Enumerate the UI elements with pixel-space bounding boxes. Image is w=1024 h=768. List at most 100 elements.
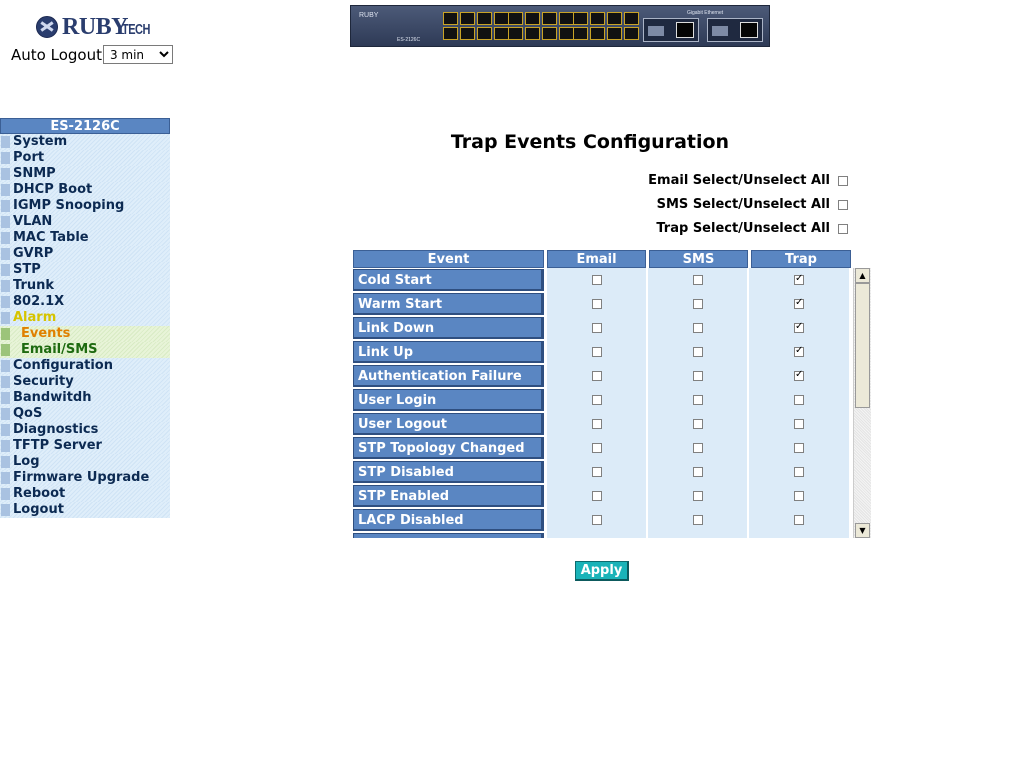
port-icon xyxy=(590,12,605,25)
event-name: STP Enabled xyxy=(353,485,544,507)
port-icon xyxy=(508,12,523,25)
sidebar-item-vlan[interactable]: VLAN xyxy=(0,214,170,230)
table-row: Authentication Failure xyxy=(353,364,851,388)
scroll-up-icon[interactable]: ▲ xyxy=(855,268,870,283)
port-icon xyxy=(542,27,557,40)
email-select-all-checkbox[interactable] xyxy=(838,175,848,186)
sms-checkbox[interactable] xyxy=(692,371,703,381)
sidebar-item-label: STP xyxy=(13,262,41,277)
email-cell xyxy=(547,460,646,484)
sms-checkbox[interactable] xyxy=(692,419,703,429)
menu-bullet-icon xyxy=(1,456,10,468)
email-checkbox[interactable] xyxy=(591,419,602,429)
email-checkbox[interactable] xyxy=(591,299,602,309)
sms-checkbox[interactable] xyxy=(692,275,703,285)
menu-bullet-icon xyxy=(1,344,10,356)
sidebar-subitem-events[interactable]: Events xyxy=(0,326,170,342)
sms-checkbox[interactable] xyxy=(692,323,703,333)
sidebar-item-gvrp[interactable]: GVRP xyxy=(0,246,170,262)
email-checkbox[interactable] xyxy=(591,323,602,333)
sidebar-item-label: SNMP xyxy=(13,166,56,181)
sidebar-item-label: VLAN xyxy=(13,214,53,229)
email-checkbox[interactable] xyxy=(591,347,602,357)
trap-checkbox[interactable] xyxy=(794,467,804,477)
trap-checkbox[interactable] xyxy=(794,419,804,429)
sidebar-item-logout[interactable]: Logout xyxy=(0,502,170,518)
sidebar-item-8021x[interactable]: 802.1X xyxy=(0,294,170,310)
sidebar-item-dhcp-boot[interactable]: DHCP Boot xyxy=(0,182,170,198)
rubytech-logo: RUBY TECH xyxy=(34,12,150,42)
column-header-email: Email xyxy=(547,250,646,268)
trap-select-all-checkbox[interactable] xyxy=(838,223,848,234)
sidebar-item-alarm[interactable]: Alarm xyxy=(0,310,170,326)
sms-cell xyxy=(648,268,747,292)
sidebar-item-reboot[interactable]: Reboot xyxy=(0,486,170,502)
email-checkbox[interactable] xyxy=(591,275,602,285)
table-body[interactable]: Cold StartWarm StartLink DownLink UpAuth… xyxy=(353,268,851,538)
email-cell xyxy=(547,316,646,340)
scroll-down-icon[interactable]: ▼ xyxy=(855,523,870,538)
trap-checkbox[interactable] xyxy=(794,515,804,525)
sidebar-item-port[interactable]: Port xyxy=(0,150,170,166)
sms-checkbox[interactable] xyxy=(692,515,703,525)
table-row: STP Disabled xyxy=(353,460,851,484)
sidebar-item-diagnostics[interactable]: Diagnostics xyxy=(0,422,170,438)
column-header-sms: SMS xyxy=(649,250,748,268)
sidebar-item-igmp-snooping[interactable]: IGMP Snooping xyxy=(0,198,170,214)
sidebar-item-log[interactable]: Log xyxy=(0,454,170,470)
sms-checkbox[interactable] xyxy=(692,491,703,501)
sidebar-item-snmp[interactable]: SNMP xyxy=(0,166,170,182)
email-checkbox[interactable] xyxy=(591,467,602,477)
sidebar-subitem-email-sms[interactable]: Email/SMS xyxy=(0,342,170,358)
sidebar-item-tftp-server[interactable]: TFTP Server xyxy=(0,438,170,454)
gigabit-label: Gigabit Ethernet xyxy=(687,10,724,16)
sidebar-item-stp[interactable]: STP xyxy=(0,262,170,278)
auto-logout-select[interactable]: 3 min xyxy=(102,45,173,64)
port-icon xyxy=(443,12,458,25)
trap-checkbox[interactable] xyxy=(794,443,804,453)
trap-checkbox[interactable] xyxy=(794,345,804,357)
sms-checkbox[interactable] xyxy=(692,467,703,477)
apply-button[interactable]: Apply xyxy=(575,561,629,581)
port-icon xyxy=(477,12,492,25)
email-checkbox[interactable] xyxy=(591,515,602,525)
email-checkbox[interactable] xyxy=(591,491,602,501)
event-name: LACP Disabled xyxy=(353,509,544,531)
email-checkbox[interactable] xyxy=(591,443,602,453)
email-cell xyxy=(547,268,646,292)
sidebar-item-bandwidth[interactable]: Bandwitdh xyxy=(0,390,170,406)
port-icon xyxy=(460,27,475,40)
trap-checkbox[interactable] xyxy=(794,369,804,381)
sidebar-item-security[interactable]: Security xyxy=(0,374,170,390)
table-scrollbar[interactable]: ▲ ▼ xyxy=(853,268,871,538)
sidebar-item-label: Security xyxy=(13,374,74,389)
menu-bullet-icon xyxy=(1,424,10,436)
sidebar-item-system[interactable]: System xyxy=(0,134,170,150)
email-checkbox[interactable] xyxy=(591,371,602,381)
sms-checkbox[interactable] xyxy=(692,299,703,309)
sidebar-item-qos[interactable]: QoS xyxy=(0,406,170,422)
sidebar-item-label: IGMP Snooping xyxy=(13,198,125,213)
sms-select-all-checkbox[interactable] xyxy=(838,199,848,210)
port-icon xyxy=(559,12,574,25)
sidebar-item-firmware-upgrade[interactable]: Firmware Upgrade xyxy=(0,470,170,486)
sidebar-item-trunk[interactable]: Trunk xyxy=(0,278,170,294)
trap-cell xyxy=(749,268,849,292)
gigabit-port-2 xyxy=(707,18,763,42)
menu-bullet-icon xyxy=(1,440,10,452)
sms-cell xyxy=(648,436,747,460)
trap-checkbox[interactable] xyxy=(794,273,804,285)
trap-checkbox[interactable] xyxy=(794,297,804,309)
sidebar-item-configuration[interactable]: Configuration xyxy=(0,358,170,374)
sms-checkbox[interactable] xyxy=(692,395,703,405)
trap-checkbox[interactable] xyxy=(794,321,804,333)
email-cell xyxy=(547,484,646,508)
trap-checkbox[interactable] xyxy=(794,491,804,501)
sms-checkbox[interactable] xyxy=(692,347,703,357)
trap-checkbox[interactable] xyxy=(794,395,804,405)
sidebar-item-mac-table[interactable]: MAC Table xyxy=(0,230,170,246)
sms-checkbox[interactable] xyxy=(692,443,703,453)
email-checkbox[interactable] xyxy=(591,395,602,405)
trap-cell xyxy=(749,436,849,460)
scroll-thumb[interactable] xyxy=(855,283,870,408)
